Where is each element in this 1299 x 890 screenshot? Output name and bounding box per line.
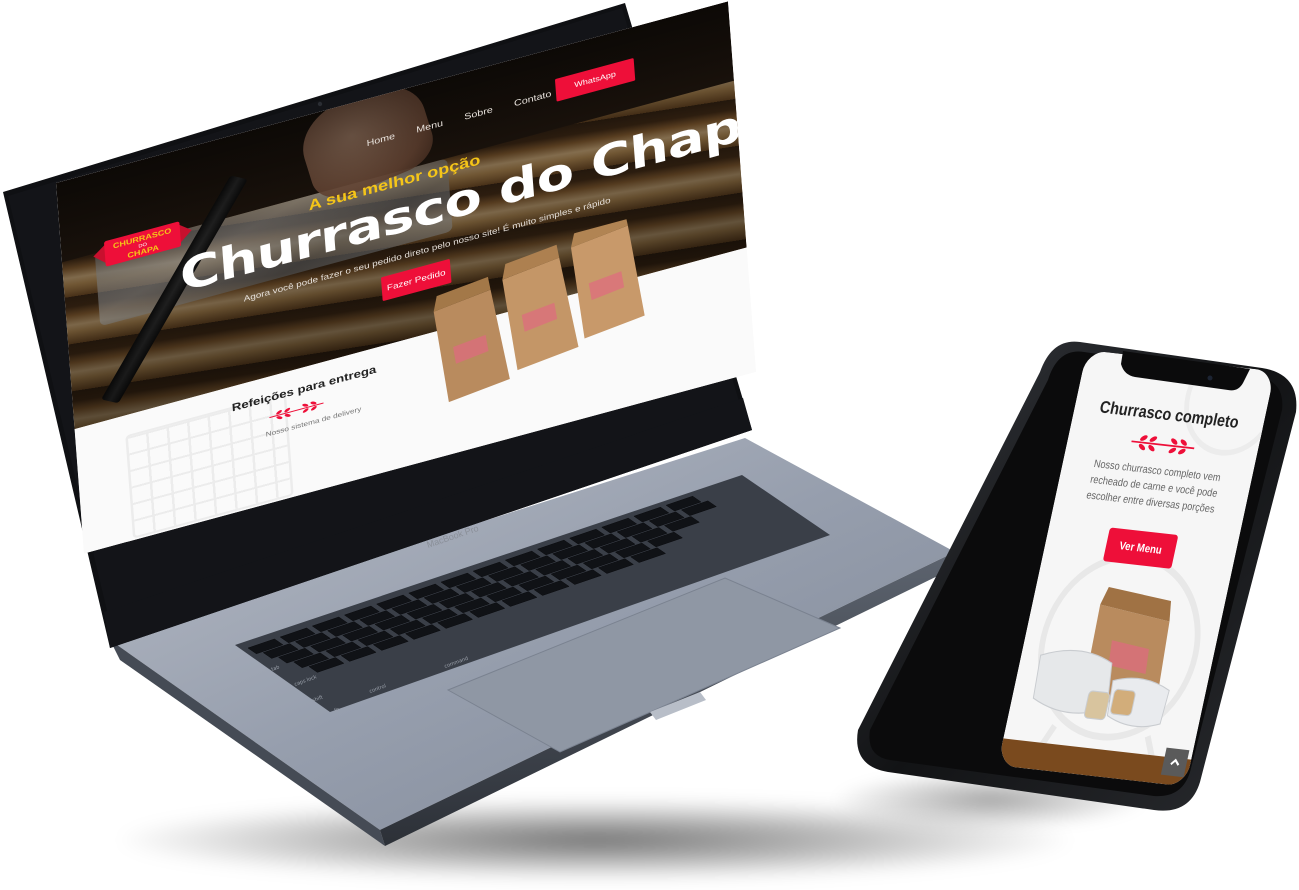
food-combo-image — [1032, 587, 1172, 728]
chevron-up-icon — [1170, 758, 1180, 766]
svg-text:fn: fn — [334, 707, 341, 714]
phone-floor-shadow — [830, 770, 1150, 830]
desktop-website: CHURRASCO DO CHAPA Home Menu Sobre Conta… — [56, 1, 756, 554]
laptop-screen: CHURRASCO DO CHAPA Home Menu Sobre Conta… — [0, 0, 1000, 700]
mobile-website: Churrasco completo Nosso churrasco compl… — [997, 350, 1276, 787]
